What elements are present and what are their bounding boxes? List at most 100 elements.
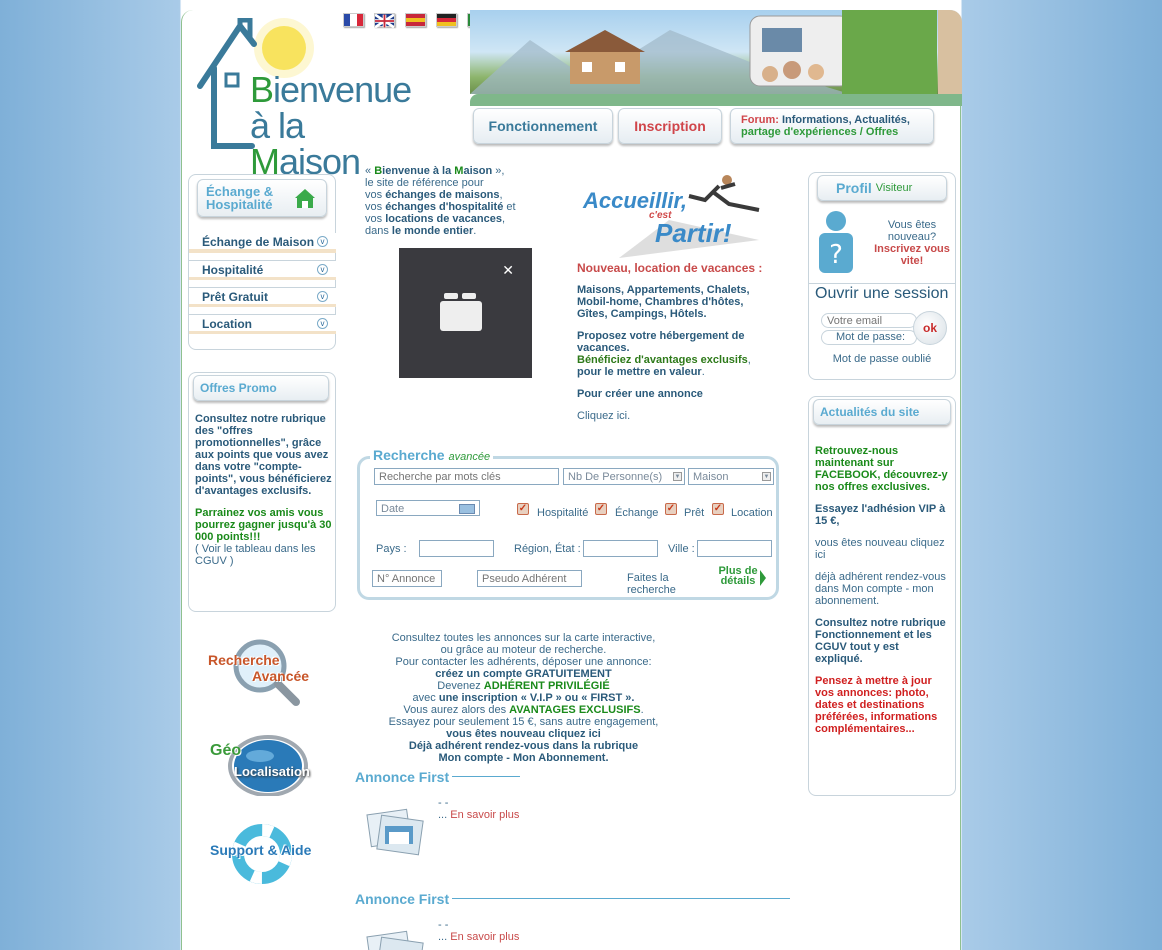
checkbox-echange[interactable]: ✓ bbox=[595, 503, 607, 515]
pseudo-input[interactable] bbox=[477, 570, 582, 587]
menu-pret-gratuit[interactable]: Prêt Gratuit v bbox=[189, 287, 336, 307]
news-facebook[interactable]: Retrouvez-nous maintenant sur FACEBOOK, … bbox=[815, 445, 949, 493]
geo-localisation-button[interactable]: Géo Localisation bbox=[206, 732, 316, 798]
location-info: Nouveau, location de vacances : Maisons,… bbox=[577, 262, 767, 422]
menu-pret-gratuit-label: Prêt Gratuit bbox=[202, 290, 269, 304]
label-hospitalite: Hospitalité bbox=[537, 507, 589, 519]
profile-visitor: Visiteur bbox=[875, 182, 913, 194]
forum-label: Forum: bbox=[741, 114, 779, 126]
annonce-divider bbox=[452, 898, 790, 899]
annonce-photos-icon[interactable] bbox=[365, 806, 427, 856]
promo-title[interactable]: Offres Promo bbox=[193, 375, 329, 401]
more-details-button[interactable]: Plus de détails bbox=[710, 566, 766, 587]
annonce-divider bbox=[452, 776, 520, 777]
site-logo[interactable]: Bienvenue à la Maison bbox=[192, 17, 422, 180]
promo-title-label: Offres Promo bbox=[200, 381, 277, 395]
login-title: Ouvrir une session bbox=[815, 285, 949, 302]
house-exchange-icon bbox=[295, 189, 315, 208]
support-label: Support & Aide bbox=[210, 842, 312, 858]
new-user-link[interactable]: vous êtes nouveau cliquez ici bbox=[372, 728, 675, 740]
nav-fonctionnement-label: Fonctionnement bbox=[488, 118, 598, 134]
promo-referral: Parrainez vos amis vous pourrez gagner j… bbox=[195, 507, 332, 543]
label-location: Location bbox=[731, 507, 773, 519]
menu-location-label: Location bbox=[202, 317, 252, 331]
signup-link[interactable]: Inscrivez vous vite! bbox=[874, 243, 950, 267]
profile-title: Profil bbox=[836, 180, 872, 196]
date-input[interactable]: Date bbox=[376, 500, 480, 516]
exchange-menu-header: Échange & Hospitalité bbox=[197, 179, 327, 217]
exchange-title-2: Hospitalité bbox=[206, 197, 273, 212]
promo-cguv-link[interactable]: ( Voir le tableau dans les CGUV ) bbox=[195, 543, 333, 567]
mon-compte-link[interactable]: Mon compte - Mon Abonnement. bbox=[372, 752, 675, 764]
accueillir-partir-graphic: Accueillir, c'est Partir! bbox=[579, 170, 769, 260]
menu-hospitalite[interactable]: Hospitalité v bbox=[189, 260, 336, 280]
media-player[interactable]: ✕ bbox=[399, 248, 532, 378]
media-placeholder-icon bbox=[440, 293, 482, 331]
news-fonctionnement[interactable]: Consultez notre rubrique Fonctionnement … bbox=[815, 617, 949, 665]
welcome-text: « Bienvenue à la Maison », le site de ré… bbox=[365, 165, 516, 237]
news-box: Actualités du site Retrouvez-nous mainte… bbox=[808, 396, 956, 796]
persons-select[interactable]: Nb De Personne(s) ▼ bbox=[563, 468, 685, 485]
keywords-input[interactable] bbox=[374, 468, 559, 485]
create-annonce-link[interactable]: Cliquez ici. bbox=[577, 410, 767, 422]
annonce-first-title: Annonce First bbox=[355, 769, 450, 785]
location-title: Nouveau, location de vacances : bbox=[577, 261, 763, 275]
menu-echange-maison-label: Échange de Maison bbox=[202, 235, 315, 249]
label-ville: Ville : bbox=[668, 543, 695, 555]
nav-inscription[interactable]: Inscription bbox=[618, 108, 722, 144]
profile-message: Vous êtes nouveau? Inscrivez vous vite! bbox=[874, 219, 950, 267]
region-input[interactable] bbox=[583, 540, 658, 557]
label-pays: Pays : bbox=[376, 543, 407, 555]
checkbox-pret[interactable]: ✓ bbox=[665, 503, 677, 515]
recherche-avancee-button[interactable]: Recherche Avancée bbox=[206, 636, 316, 708]
avancee-label: Avancée bbox=[252, 668, 310, 684]
chevron-down-icon: ▼ bbox=[673, 472, 682, 481]
forum-line2: partage d'expériences / Offres bbox=[741, 126, 899, 138]
search-submit-text[interactable]: Faites la recherche bbox=[627, 572, 676, 596]
annonce-more-link[interactable]: En savoir plus bbox=[450, 931, 519, 943]
annonce-item: - - ... En savoir plus bbox=[438, 797, 520, 821]
svg-text:?: ? bbox=[829, 240, 843, 270]
nav-inscription-label: Inscription bbox=[634, 118, 706, 134]
calendar-icon[interactable] bbox=[459, 504, 475, 514]
news-content: Retrouvez-nous maintenant sur FACEBOOK, … bbox=[815, 445, 949, 745]
news-title: Actualités du site bbox=[820, 405, 920, 419]
promo-box: Offres Promo Consultez notre rubrique de… bbox=[188, 372, 336, 612]
create-annonce-text: Pour créer une annonce bbox=[577, 388, 703, 400]
create-account-link[interactable]: créez un compte GRATUITEMENT bbox=[372, 668, 675, 680]
ville-input[interactable] bbox=[697, 540, 772, 557]
flag-de-icon[interactable] bbox=[436, 13, 457, 27]
news-vip[interactable]: Essayez l'adhésion VIP à 15 €, bbox=[815, 503, 949, 527]
login-ok-button[interactable]: ok bbox=[913, 311, 947, 345]
checkbox-hospitalite[interactable]: ✓ bbox=[517, 503, 529, 515]
nav-forum[interactable]: Forum: Informations, Actualités, partage… bbox=[730, 108, 934, 144]
localisation-label: Localisation bbox=[234, 764, 310, 779]
forgot-password-link[interactable]: Mot de passe oublié bbox=[809, 353, 955, 365]
news-new-user[interactable]: vous êtes nouveau cliquez ici bbox=[815, 537, 949, 561]
page-container: Bienvenue à la Maison Fonctionnement Ins… bbox=[181, 10, 962, 950]
pays-input[interactable] bbox=[419, 540, 494, 557]
nav-fonctionnement[interactable]: Fonctionnement bbox=[473, 108, 613, 144]
password-field[interactable]: Mot de passe: bbox=[821, 330, 917, 345]
annonce-number-input[interactable] bbox=[372, 570, 442, 587]
email-field[interactable] bbox=[821, 313, 917, 328]
menu-echange-maison[interactable]: Échange de Maison v bbox=[189, 233, 336, 253]
annonce-photos-icon[interactable] bbox=[365, 928, 427, 950]
chevron-down-icon: ▼ bbox=[762, 472, 771, 481]
label-echange: Échange bbox=[615, 507, 659, 519]
exchange-menu-box: Échange & Hospitalité Échange de Maison … bbox=[188, 174, 336, 350]
label-region: Région, État : bbox=[514, 543, 581, 555]
menu-location[interactable]: Location v bbox=[189, 314, 336, 334]
search-title: Recherche avancée bbox=[370, 447, 494, 463]
annonce-more-link[interactable]: En savoir plus bbox=[450, 809, 519, 821]
support-aide-button[interactable]: Support & Aide bbox=[206, 824, 316, 884]
profile-box: Profil Visiteur ? Vous êtes nouveau? Ins… bbox=[808, 172, 956, 380]
checkbox-location[interactable]: ✓ bbox=[712, 503, 724, 515]
news-existing-user[interactable]: déjà adhérent rendez-vous dans Mon compt… bbox=[815, 571, 949, 607]
chevron-down-icon: v bbox=[317, 318, 328, 329]
label-pret: Prêt bbox=[684, 507, 705, 519]
type-select[interactable]: Maison ▼ bbox=[688, 468, 774, 485]
news-header: Actualités du site bbox=[813, 399, 951, 425]
close-icon[interactable]: ✕ bbox=[502, 262, 514, 279]
chevron-down-icon: v bbox=[317, 291, 328, 302]
